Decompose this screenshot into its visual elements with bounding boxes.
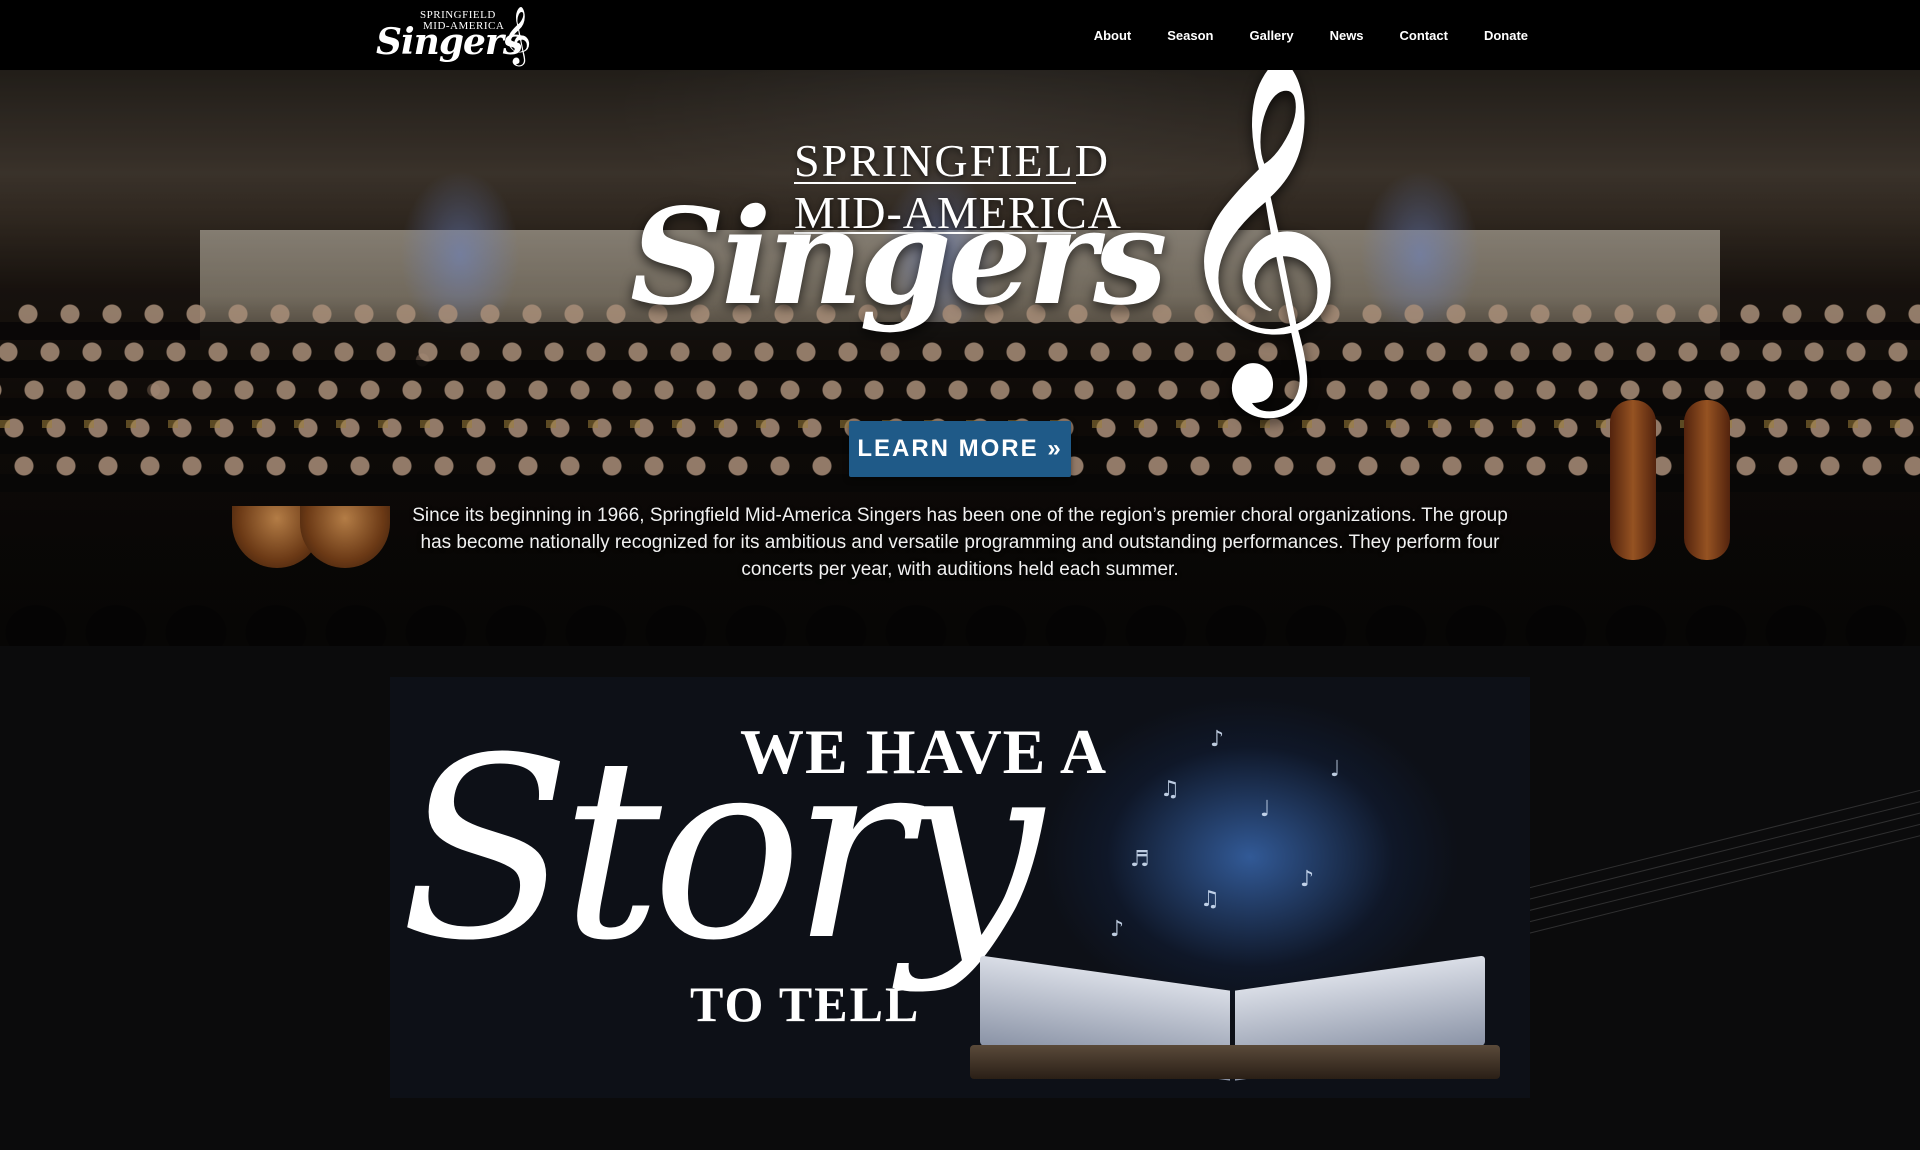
story-banner[interactable]: WE HAVE A Story TO TELL ♪ ♫ ♩ ♬ ♪ ♫ ♩ ♪ [390, 677, 1530, 1098]
hero-logo-singers: Singers [630, 180, 1168, 335]
banner-line-story: Story [400, 704, 1043, 995]
audience-silhouettes [0, 590, 1920, 646]
hero-section: SPRINGFIELD MID-AMERICA Singers 𝄞 LEARN … [0, 70, 1920, 646]
hero-logo: SPRINGFIELD MID-AMERICA Singers 𝄞 [620, 78, 1345, 422]
nav-link-news[interactable]: News [1330, 28, 1364, 43]
story-section: WE HAVE A Story TO TELL ♪ ♫ ♩ ♬ ♪ ♫ ♩ ♪ [0, 646, 1920, 1150]
music-staff-decoration [1516, 783, 1920, 968]
learn-more-button[interactable]: LEARN MORE » [849, 421, 1071, 477]
open-book-image [970, 955, 1500, 1087]
nav-link-contact[interactable]: Contact [1400, 28, 1448, 43]
logo-line-singers: Singers [376, 21, 523, 63]
main-navigation: About Season Gallery News Contact Donate [1058, 0, 1528, 70]
nav-link-donate[interactable]: Donate [1484, 28, 1528, 43]
site-logo[interactable]: SPRINGFIELD MID-AMERICA Singers 𝄞 [374, 6, 532, 66]
treble-clef-icon: 𝄞 [502, 6, 532, 64]
site-header: SPRINGFIELD MID-AMERICA Singers 𝄞 About … [0, 0, 1920, 70]
treble-clef-icon: 𝄞 [1168, 70, 1346, 402]
banner-line-to-tell: TO TELL [690, 976, 921, 1032]
nav-link-gallery[interactable]: Gallery [1249, 28, 1293, 43]
nav-link-about[interactable]: About [1094, 28, 1132, 43]
nav-link-season[interactable]: Season [1167, 28, 1213, 43]
music-notes-decoration: ♪ ♫ ♩ ♬ ♪ ♫ ♩ ♪ [1110, 727, 1341, 942]
hero-description: Since its beginning in 1966, Springfield… [412, 505, 1508, 580]
